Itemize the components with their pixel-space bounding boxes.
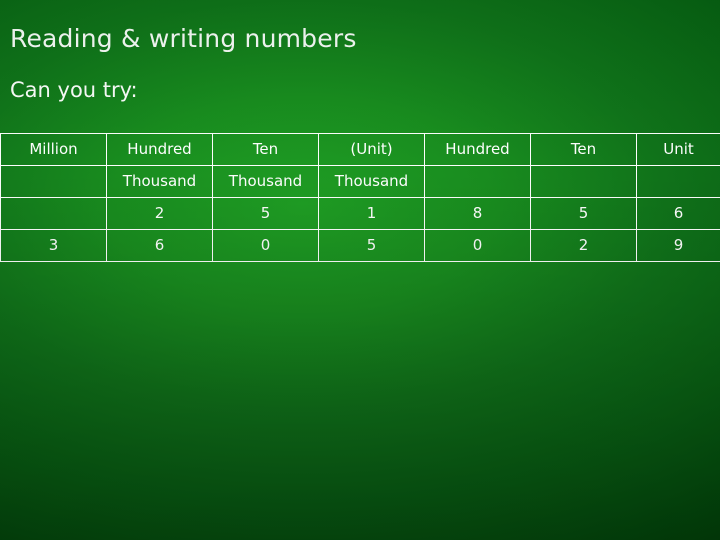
table-cell: Unit: [636, 133, 720, 166]
table-cell: Thousand: [106, 165, 213, 198]
table-cell: Ten: [212, 133, 319, 166]
table-cell: 6: [636, 197, 720, 230]
table-cell: [530, 165, 637, 198]
table-cell: 1: [318, 197, 425, 230]
table-cell: [0, 165, 107, 198]
table-cell: 8: [424, 197, 531, 230]
table-row: Thousand Thousand Thousand: [0, 165, 720, 198]
table-cell: [636, 165, 720, 198]
table-cell: [424, 165, 531, 198]
table-cell: Hundred: [424, 133, 531, 166]
table-cell: 0: [212, 229, 319, 262]
table-cell: 3: [0, 229, 107, 262]
subtitle: Can you try:: [10, 78, 138, 102]
place-value-table: Million Hundred Ten (Unit) Hundred Ten U…: [0, 133, 720, 262]
table-cell: 0: [424, 229, 531, 262]
page-title: Reading & writing numbers: [10, 24, 357, 53]
table-cell: 5: [318, 229, 425, 262]
table-cell: 9: [636, 229, 720, 262]
table-cell: 5: [212, 197, 319, 230]
table-cell: (Unit): [318, 133, 425, 166]
table-cell: Thousand: [318, 165, 425, 198]
table-cell: 2: [106, 197, 213, 230]
table-row: 3 6 0 5 0 2 9: [0, 229, 720, 262]
slide: Reading & writing numbers Can you try: M…: [0, 0, 720, 540]
table-cell: Thousand: [212, 165, 319, 198]
table-row: Million Hundred Ten (Unit) Hundred Ten U…: [0, 133, 720, 166]
table-cell: [0, 197, 107, 230]
table-cell: 5: [530, 197, 637, 230]
table-cell: 6: [106, 229, 213, 262]
table-cell: 2: [530, 229, 637, 262]
table-cell: Ten: [530, 133, 637, 166]
place-value-table-container: Million Hundred Ten (Unit) Hundred Ten U…: [0, 133, 720, 262]
table-cell: Hundred: [106, 133, 213, 166]
table-cell: Million: [0, 133, 107, 166]
table-row: 2 5 1 8 5 6: [0, 197, 720, 230]
